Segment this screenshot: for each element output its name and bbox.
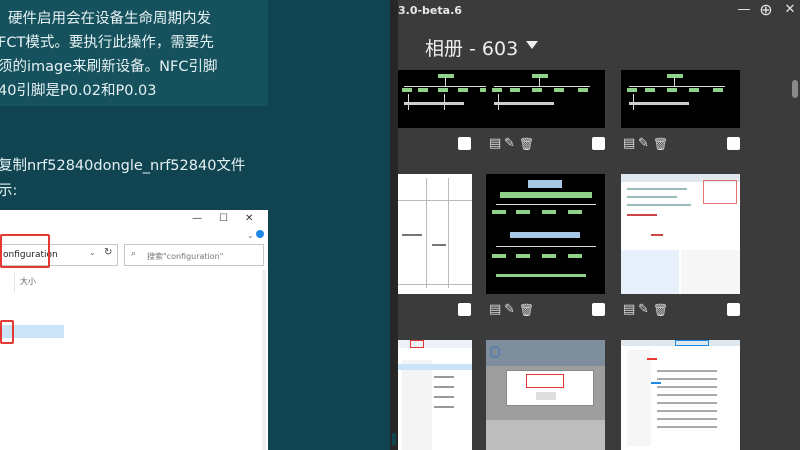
details-icon[interactable]: ▤	[623, 137, 635, 151]
thumbnail[interactable]	[486, 340, 605, 450]
thumbnail[interactable]	[398, 340, 472, 450]
thumbnail-actions: ▤ ✎ 🗑	[489, 303, 537, 319]
explorer-titlebar: — ☐ ✕	[0, 210, 268, 230]
select-checkbox[interactable]	[458, 137, 471, 150]
scrollbar	[262, 270, 266, 450]
select-checkbox[interactable]	[592, 303, 605, 316]
chevron-down-icon[interactable]	[526, 41, 538, 49]
background-document: 硬件启用会在设备生命周期内发 FCT模式。要执行此操作，需要先 须的image来…	[0, 0, 392, 450]
maximize-icon: ☐	[219, 213, 228, 224]
close-icon: ✕	[245, 213, 254, 224]
minimize-icon: —	[192, 213, 202, 224]
annotation-box	[0, 320, 14, 344]
select-checkbox[interactable]	[458, 303, 471, 316]
close-icon[interactable]: ✕	[782, 2, 798, 17]
explorer-search: ⌕ 搜索"configuration"	[124, 244, 264, 266]
delete-icon[interactable]: 🗑	[519, 303, 534, 317]
chevron-down-icon: ⌄	[89, 248, 96, 257]
note-line: FCT模式。要执行此操作，需要先	[0, 35, 214, 51]
search-placeholder: 搜索"configuration"	[147, 252, 224, 261]
note-line: 40引脚是P0.02和P0.03	[0, 83, 157, 99]
column-header-size: 大小	[20, 277, 36, 286]
explorer-screenshot: — ☐ ✕ ⌄ onfiguration ⌄ ↻ ⌕ 搜索"configurat…	[0, 210, 268, 450]
app-version: 3.0-beta.6	[398, 4, 462, 17]
annotation-box	[0, 234, 50, 268]
select-checkbox[interactable]	[727, 137, 740, 150]
details-icon[interactable]: ▤	[489, 137, 501, 151]
refresh-icon: ↻	[104, 247, 113, 258]
details-icon[interactable]: ▤	[489, 303, 501, 317]
thumbnail-actions: ▤ ✎ 🗑	[623, 137, 671, 153]
edit-icon[interactable]: ✎	[638, 303, 649, 317]
window-separator	[390, 0, 398, 450]
scrollbar-thumb[interactable]	[792, 80, 798, 98]
delete-icon[interactable]: 🗑	[653, 137, 668, 151]
thumbnail[interactable]	[486, 70, 605, 128]
note-line: 硬件启用会在设备生命周期内发	[8, 11, 211, 27]
note-callout: 硬件启用会在设备生命周期内发 FCT模式。要执行此操作，需要先 须的image来…	[0, 0, 268, 106]
select-checkbox[interactable]	[592, 137, 605, 150]
note-line: 须的image来刷新设备。NFC引脚	[0, 59, 218, 75]
search-icon: ⌕	[131, 249, 137, 259]
paragraph-line: 示:	[0, 183, 18, 199]
album-app: 3.0-beta.6 — ⊕ ✕ 相册 - 603 ▤ ✎ 🗑 ▤ ✎ 🗑 ▤ …	[398, 0, 800, 450]
paragraph-line: 复制nrf52840dongle_nrf52840文件	[0, 158, 246, 174]
delete-icon[interactable]: 🗑	[519, 137, 534, 151]
edit-icon[interactable]: ✎	[504, 137, 515, 151]
delete-icon[interactable]: 🗑	[653, 303, 668, 317]
edit-icon[interactable]: ✎	[504, 303, 515, 317]
thumbnail[interactable]	[621, 70, 740, 128]
thumbnail[interactable]	[621, 340, 740, 450]
select-checkbox[interactable]	[727, 303, 740, 316]
column-divider	[14, 272, 15, 292]
add-circle-icon[interactable]: ⊕	[758, 0, 774, 19]
thumbnail[interactable]	[621, 174, 740, 294]
edit-icon[interactable]: ✎	[638, 137, 649, 151]
help-icon	[256, 230, 264, 238]
thumbnail[interactable]	[398, 174, 472, 294]
chevron-down-icon: ⌄	[247, 231, 254, 240]
separator-marker	[392, 433, 396, 445]
album-title[interactable]: 相册 - 603	[425, 34, 518, 61]
thumbnail-actions: ▤ ✎ 🗑	[623, 303, 671, 319]
details-icon[interactable]: ▤	[623, 303, 635, 317]
minimize-icon[interactable]: —	[736, 2, 752, 17]
thumbnail-actions: ▤ ✎ 🗑	[489, 137, 537, 153]
thumbnail[interactable]	[486, 174, 605, 294]
